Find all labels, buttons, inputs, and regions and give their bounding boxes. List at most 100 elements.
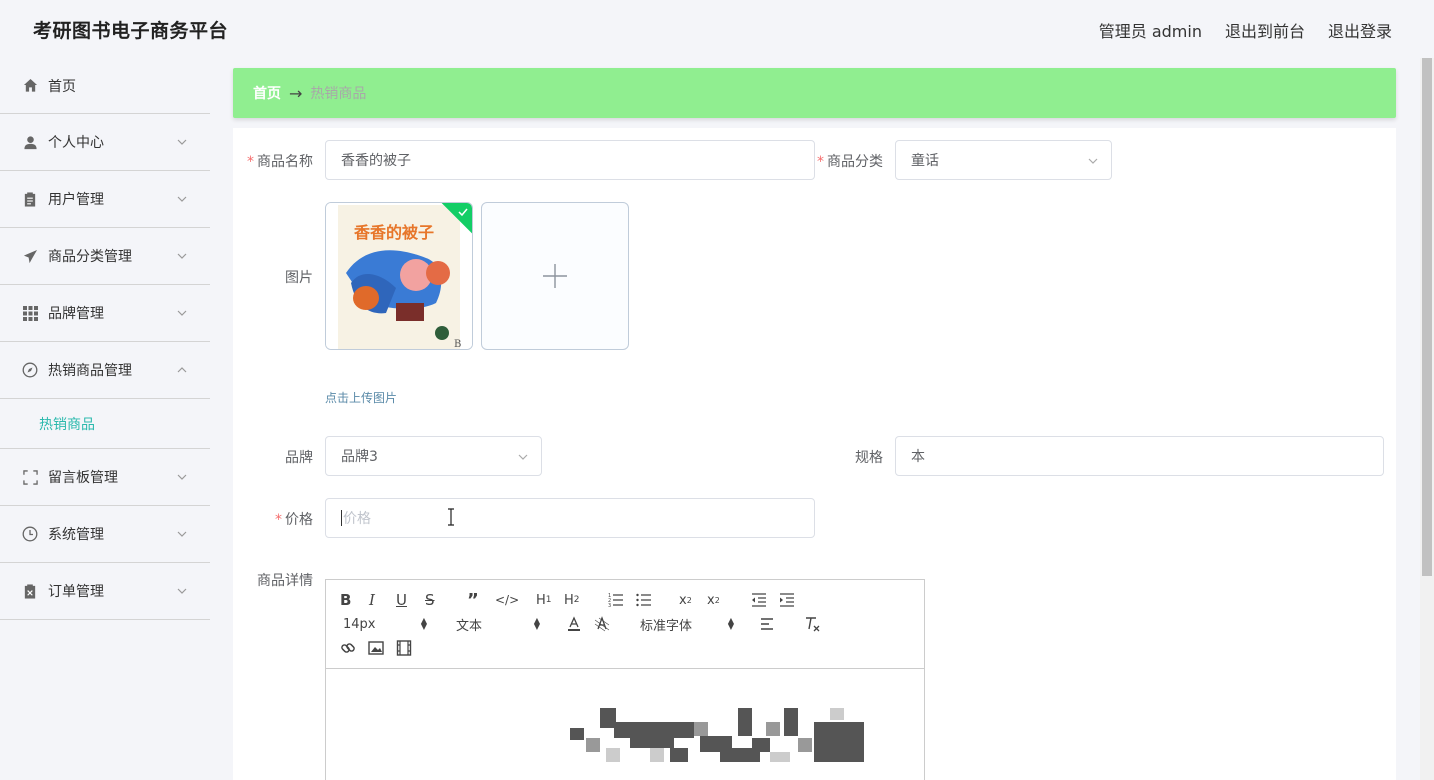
sidebar-item-label: 订单管理: [48, 584, 104, 600]
ordered-list-button[interactable]: 123: [608, 590, 624, 610]
sidebar-item-category-management[interactable]: 商品分类管理: [0, 228, 210, 285]
sidebar-item-hot-products-management[interactable]: 热销商品管理: [0, 342, 210, 399]
app-title: 考研图书电子商务平台: [33, 20, 229, 42]
chevron-down-icon: [177, 588, 187, 594]
sidebar-item-label: 品牌管理: [48, 306, 104, 322]
link-icon: [341, 643, 355, 653]
sidebar-item-user-management[interactable]: 用户管理: [0, 171, 210, 228]
breadcrumb-home-link[interactable]: 首页: [253, 83, 281, 103]
font-size-select[interactable]: 14px ▲ ▼: [343, 614, 427, 634]
background-color-icon: [594, 616, 610, 632]
editor-content-area[interactable]: [326, 669, 924, 780]
underline-button[interactable]: U: [396, 590, 407, 610]
send-icon: [22, 248, 38, 264]
bullet-list-icon: [636, 593, 651, 607]
chevron-down-icon: [177, 531, 187, 537]
clipboard-icon: [22, 191, 38, 207]
background-color-button[interactable]: [594, 614, 610, 634]
price-input[interactable]: 价格: [325, 498, 815, 538]
price-label: * 价格: [275, 512, 313, 528]
exit-to-front-link[interactable]: 退出到前台: [1225, 18, 1305, 42]
bold-button[interactable]: B: [340, 590, 351, 610]
brand-label: 品牌: [285, 450, 313, 466]
indent-icon: [780, 593, 794, 607]
sidebar-item-label: 系统管理: [48, 527, 104, 543]
clean-format-button[interactable]: [804, 614, 820, 634]
ordered-list-icon: 123: [608, 593, 623, 607]
check-icon: [458, 208, 468, 217]
video-button[interactable]: [396, 638, 412, 658]
product-name-input[interactable]: 香香的被子: [325, 140, 815, 180]
svg-text:3: 3: [608, 603, 611, 607]
breadcrumb-separator: →: [289, 83, 303, 103]
strike-button[interactable]: S: [425, 590, 435, 610]
admin-user-label[interactable]: 管理员 admin: [1099, 18, 1202, 42]
chevron-down-icon: [518, 454, 528, 460]
product-name-label: * 商品名称: [247, 154, 313, 170]
scrollbar-thumb[interactable]: [1422, 58, 1432, 576]
bullet-list-button[interactable]: [636, 590, 652, 610]
fullscreen-icon: [22, 469, 38, 485]
upload-tip: 点击上传图片: [325, 391, 398, 405]
submenu-item-hot-products[interactable]: 热销商品: [0, 399, 210, 449]
chevron-down-icon: [177, 474, 187, 480]
superscript-button[interactable]: x2: [707, 590, 720, 610]
chevron-up-icon: [177, 367, 187, 373]
book-cover-title: 香香的被子: [354, 223, 435, 242]
align-left-icon: [761, 618, 773, 630]
text-color-icon: [568, 616, 580, 631]
rich-text-editor: B I U S ” </> H1 H2 123 x2 x2 14px ▲ ▼ 文…: [325, 579, 925, 780]
image-icon: [368, 641, 384, 655]
sidebar-item-home[interactable]: 首页: [0, 58, 210, 114]
brand-select[interactable]: 品牌3: [325, 436, 542, 476]
spec-input[interactable]: 本: [895, 436, 1384, 476]
user-icon: [22, 134, 38, 150]
sidebar-item-label: 热销商品管理: [48, 363, 132, 379]
sidebar-item-order-management[interactable]: 订单管理: [0, 563, 210, 620]
sidebar-item-label: 商品分类管理: [48, 249, 132, 265]
header-2-button[interactable]: H2: [564, 590, 580, 610]
sidebar-item-message-board-management[interactable]: 留言板管理: [0, 449, 210, 506]
clock-icon: [22, 526, 38, 542]
grid-icon: [22, 305, 38, 321]
outdent-button[interactable]: [751, 590, 767, 610]
spec-label: 规格: [855, 450, 883, 466]
blockquote-button[interactable]: ”: [467, 590, 479, 611]
upload-add-button[interactable]: [481, 202, 629, 350]
text-color-button[interactable]: [566, 614, 582, 634]
align-button[interactable]: [760, 614, 776, 634]
subscript-button[interactable]: x2: [679, 590, 692, 610]
font-family-select[interactable]: 标准字体 ▲ ▼: [640, 614, 734, 634]
page-scrollbar[interactable]: [1420, 58, 1434, 780]
breadcrumb: 首页 → 热销商品: [233, 68, 1396, 118]
top-links: 管理员 admin 退出到前台 退出登录: [1099, 18, 1392, 42]
svg-text:B: B: [454, 339, 461, 350]
italic-button[interactable]: I: [369, 590, 375, 610]
image-label: 图片: [285, 270, 313, 286]
text-caret: [341, 510, 342, 526]
indent-button[interactable]: [779, 590, 795, 610]
uploaded-image-thumbnail[interactable]: B 香香的被子: [325, 202, 473, 350]
code-block-button[interactable]: </>: [495, 590, 519, 610]
sidebar-item-personal-center[interactable]: 个人中心: [0, 114, 210, 171]
sidebar-item-brand-management[interactable]: 品牌管理: [0, 285, 210, 342]
top-bar: 考研图书电子商务平台 管理员 admin 退出到前台 退出登录: [0, 0, 1434, 58]
category-label: * 商品分类: [817, 154, 883, 170]
outdent-icon: [752, 593, 766, 607]
sidebar-item-system-management[interactable]: 系统管理: [0, 506, 210, 563]
detail-label: 商品详情: [257, 573, 313, 589]
header-select[interactable]: 文本 ▲ ▼: [456, 614, 540, 634]
compass-icon: [22, 362, 38, 378]
sidebar-item-label: 留言板管理: [48, 470, 118, 486]
link-button[interactable]: [340, 638, 356, 658]
home-icon: [22, 78, 38, 94]
clear-format-icon: [806, 617, 820, 632]
image-button[interactable]: [368, 638, 384, 658]
sidebar-item-label: 用户管理: [48, 192, 104, 208]
sidebar-item-label: 个人中心: [48, 135, 104, 151]
video-icon: [396, 640, 412, 656]
category-select[interactable]: 童话: [895, 140, 1112, 180]
sidebar: 首页 个人中心 用户管理 商品分类管理 品牌管理 热销商品管理 热销商品 留言板…: [0, 58, 210, 620]
header-1-button[interactable]: H1: [536, 590, 552, 610]
logout-link[interactable]: 退出登录: [1328, 18, 1392, 42]
